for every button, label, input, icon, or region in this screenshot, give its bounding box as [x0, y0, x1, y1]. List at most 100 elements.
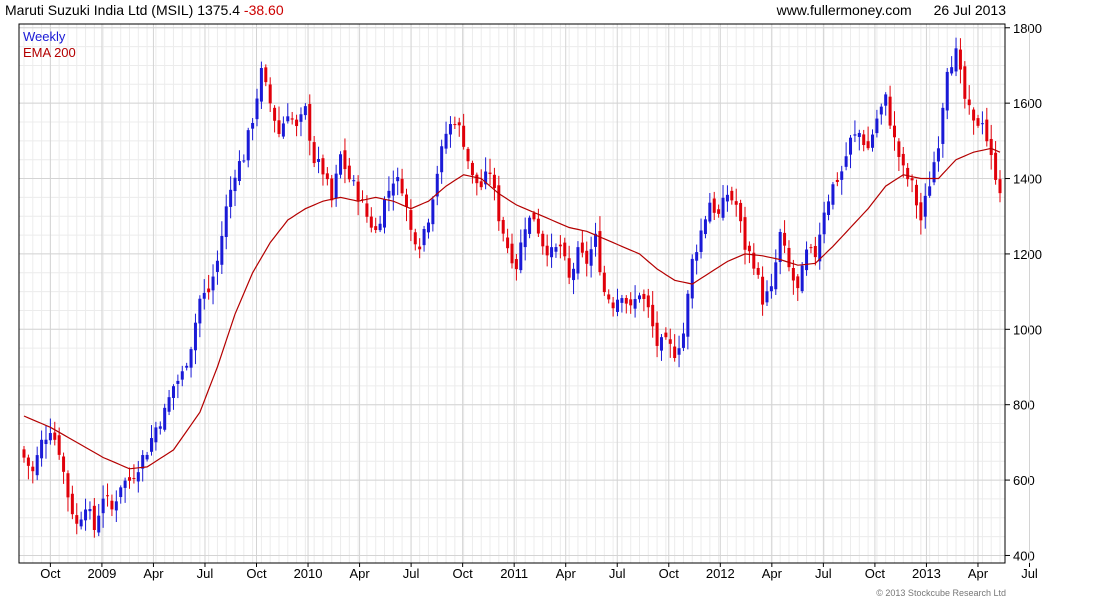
- candle-down: [862, 134, 866, 146]
- candle-down: [308, 104, 312, 141]
- candle-up: [339, 154, 343, 175]
- candle-up: [185, 365, 189, 368]
- candle-up: [875, 118, 879, 134]
- y-tick-label: 1400: [1013, 172, 1042, 187]
- candle-up: [633, 299, 637, 309]
- x-tick-label: Apr: [556, 566, 577, 581]
- candle-up: [703, 219, 707, 235]
- candle-up: [690, 258, 694, 299]
- candle-down: [673, 346, 677, 359]
- candle-down: [585, 250, 589, 264]
- candle-down: [906, 167, 910, 180]
- candle-up: [396, 177, 400, 182]
- y-tick-label: 1800: [1013, 21, 1042, 36]
- candle-down: [536, 218, 540, 234]
- candle-down: [888, 96, 892, 126]
- chart-legend: Weekly EMA 200: [23, 29, 76, 61]
- candle-down: [510, 243, 514, 264]
- candle-up: [871, 134, 875, 148]
- candle-down: [967, 99, 971, 106]
- candle-down: [404, 194, 408, 207]
- candle-up: [695, 252, 699, 261]
- candle-up: [879, 106, 883, 115]
- candle-up: [519, 242, 523, 271]
- candle-down: [835, 179, 839, 182]
- candle-down: [273, 107, 277, 121]
- candle-up: [884, 94, 888, 106]
- candle-up: [334, 173, 338, 199]
- candle-up: [171, 386, 175, 398]
- candle-down: [611, 302, 615, 309]
- candle-down: [418, 246, 422, 250]
- candle-up: [224, 206, 228, 238]
- candle-up: [840, 171, 844, 180]
- candle-up: [800, 265, 804, 292]
- candle-up: [844, 156, 848, 167]
- candle-down: [110, 500, 114, 510]
- candle-down: [897, 141, 901, 157]
- candle-down: [664, 332, 668, 338]
- candle-down: [295, 119, 299, 127]
- candle-up: [233, 177, 237, 192]
- candle-up: [616, 299, 620, 312]
- candle-up: [725, 194, 729, 202]
- candle-down: [994, 152, 998, 180]
- x-tick-label: Apr: [349, 566, 370, 581]
- candle-down: [453, 124, 457, 126]
- candle-up: [79, 519, 83, 527]
- candle-up: [805, 249, 809, 271]
- x-tick-label: Jul: [403, 566, 420, 581]
- y-tick-label: 400: [1013, 548, 1035, 563]
- candle-up: [180, 371, 184, 380]
- candle-up: [765, 291, 769, 303]
- candle-up: [659, 337, 663, 351]
- candle-down: [277, 120, 281, 134]
- x-tick-label: 2013: [912, 566, 941, 581]
- candle-down: [998, 179, 1002, 194]
- x-tick-label: 2011: [500, 566, 528, 581]
- x-tick-label: Jul: [197, 566, 214, 581]
- candle-up: [101, 498, 105, 514]
- candle-up: [620, 298, 624, 303]
- candle-up: [48, 433, 52, 441]
- x-tick-label: Oct: [246, 566, 267, 581]
- price-chart: 400 600 800 1000 1200 1400 1600 1800 Oct 2009 Apr J…: [18, 21, 1042, 581]
- candle-down: [642, 293, 646, 299]
- candle-up: [857, 132, 861, 137]
- candle-down: [567, 258, 571, 278]
- candle-up: [677, 348, 681, 355]
- candle-down: [646, 295, 650, 308]
- candle-down: [369, 216, 373, 228]
- x-tick-label: Oct: [453, 566, 474, 581]
- candle-down: [989, 138, 993, 156]
- candle-down: [75, 515, 79, 524]
- x-tick-label: Oct: [659, 566, 680, 581]
- candle-down: [717, 209, 721, 214]
- candle-down: [53, 432, 57, 440]
- candle-down: [462, 125, 466, 147]
- candle-up: [167, 397, 171, 412]
- candle-up: [523, 229, 527, 248]
- candle-up: [528, 217, 532, 234]
- candle-down: [756, 267, 760, 275]
- candle-down: [761, 276, 765, 305]
- candle-down: [409, 210, 413, 230]
- candle-down: [796, 276, 800, 289]
- candle-up: [827, 201, 831, 215]
- candle-down: [343, 150, 347, 170]
- candle-up: [242, 160, 246, 162]
- candle-down: [734, 201, 738, 205]
- candle-down: [475, 174, 479, 184]
- candle-up: [119, 487, 123, 498]
- x-tick-label: 2009: [87, 566, 116, 581]
- candle-up: [246, 130, 250, 161]
- candle-down: [497, 185, 501, 222]
- candle-up: [576, 247, 580, 274]
- candle-up: [286, 116, 290, 122]
- candle-down: [365, 203, 369, 217]
- candle-up: [237, 161, 241, 182]
- candle-down: [963, 66, 967, 99]
- candle-up: [114, 501, 118, 511]
- candle-up: [774, 262, 778, 290]
- candle-down: [106, 495, 110, 497]
